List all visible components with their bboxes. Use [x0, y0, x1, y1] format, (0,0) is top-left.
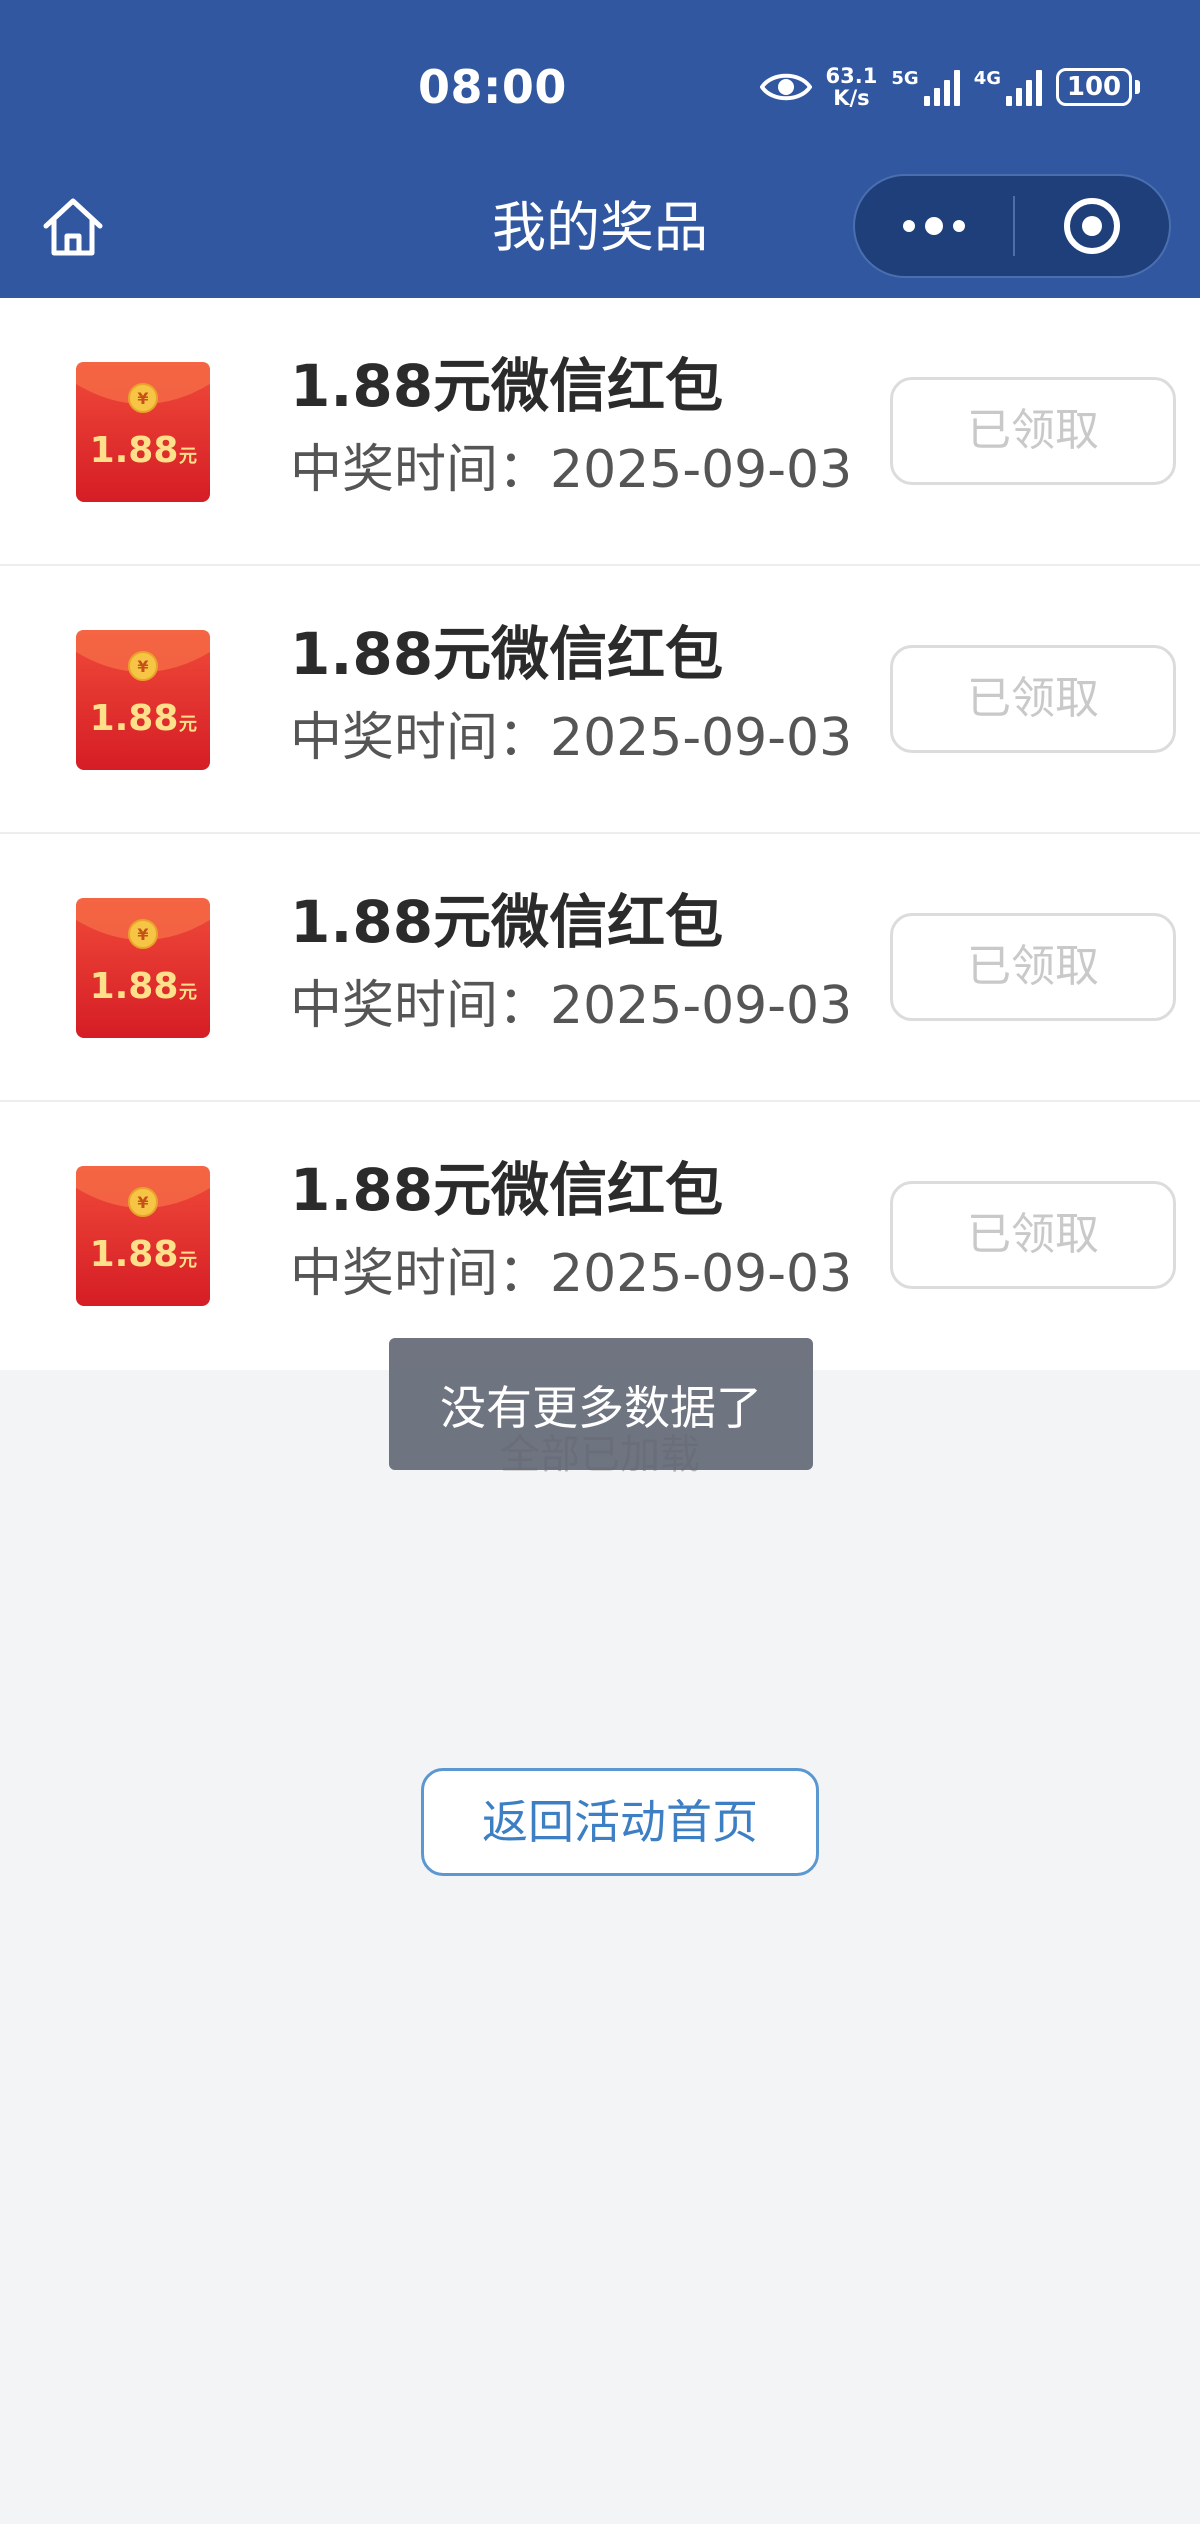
prize-item: ¥ 1.88 元 1.88元微信红包 中奖时间：2025-09-03 已领取 — [0, 1102, 1200, 1370]
prize-name: 1.88元微信红包 — [290, 352, 724, 420]
more-button[interactable] — [855, 176, 1013, 276]
prize-time: 中奖时间：2025-09-03 — [290, 976, 853, 1036]
status-icons: 63.1 K/s 5G 4G 100 — [759, 62, 1140, 112]
prize-time: 中奖时间：2025-09-03 — [290, 1244, 853, 1304]
signal-5g-label: 5G — [891, 68, 919, 89]
battery-icon: 100 — [1056, 68, 1140, 106]
signal-bars-icon — [1006, 68, 1042, 106]
prize-name: 1.88元微信红包 — [290, 1156, 724, 1224]
envelope-amount: 1.88 — [90, 430, 179, 471]
red-envelope-icon: ¥ 1.88 元 — [76, 898, 210, 1038]
envelope-unit: 元 — [179, 446, 197, 467]
prize-item: ¥ 1.88 元 1.88元微信红包 中奖时间：2025-09-03 已领取 — [0, 834, 1200, 1102]
battery-level: 100 — [1056, 68, 1132, 106]
network-speed: 63.1 K/s — [826, 65, 878, 109]
more-dot-icon — [953, 220, 965, 232]
envelope-amount: 1.88 — [90, 1234, 179, 1275]
prize-name: 1.88元微信红包 — [290, 888, 724, 956]
svg-text:¥: ¥ — [137, 925, 148, 944]
signal-5g: 5G — [891, 68, 960, 106]
prize-list: ¥ 1.88 元 1.88元微信红包 中奖时间：2025-09-03 已领取 ¥… — [0, 298, 1200, 1370]
eye-icon — [759, 70, 812, 104]
prize-time: 中奖时间：2025-09-03 — [290, 440, 853, 500]
signal-bars-icon — [923, 68, 960, 106]
prize-name: 1.88元微信红包 — [290, 620, 724, 688]
claimed-button[interactable]: 已领取 — [890, 377, 1176, 485]
nav-bar: 我的奖品 — [0, 170, 1200, 298]
more-dot-icon — [903, 220, 915, 232]
claimed-button[interactable]: 已领取 — [890, 1181, 1176, 1289]
claimed-button[interactable]: 已领取 — [890, 645, 1176, 753]
signal-4g-label: 4G — [973, 68, 1001, 89]
more-dot-icon — [925, 217, 943, 235]
svg-text:¥: ¥ — [137, 657, 148, 676]
svg-text:¥: ¥ — [137, 1193, 148, 1212]
red-envelope-icon: ¥ 1.88 元 — [76, 630, 210, 770]
network-speed-value: 63.1 — [825, 64, 878, 88]
network-speed-unit: K/s — [833, 86, 870, 110]
mini-program-capsule — [853, 174, 1171, 278]
status-time: 08:00 — [418, 60, 567, 114]
red-envelope-icon: ¥ 1.88 元 — [76, 1166, 210, 1306]
status-bar: 08:00 63.1 K/s 5G 4G 100 — [0, 0, 1200, 170]
envelope-unit: 元 — [179, 982, 197, 1003]
envelope-amount: 1.88 — [90, 966, 179, 1007]
envelope-unit: 元 — [179, 1250, 197, 1271]
toast-message: 没有更多数据了 — [389, 1338, 813, 1470]
prize-time: 中奖时间：2025-09-03 — [290, 708, 853, 768]
header: 08:00 63.1 K/s 5G 4G 100 我的奖品 — [0, 0, 1200, 298]
claimed-button[interactable]: 已领取 — [890, 913, 1176, 1021]
close-button[interactable] — [1015, 195, 1169, 257]
signal-4g: 4G — [974, 68, 1042, 106]
svg-text:¥: ¥ — [137, 389, 148, 408]
envelope-amount: 1.88 — [90, 698, 179, 739]
page: 08:00 63.1 K/s 5G 4G 100 我的奖品 ¥ 1.88 元 1… — [0, 0, 1200, 2524]
back-to-home-button[interactable]: 返回活动首页 — [421, 1768, 819, 1876]
envelope-unit: 元 — [179, 714, 197, 735]
red-envelope-icon: ¥ 1.88 元 — [76, 362, 210, 502]
prize-item: ¥ 1.88 元 1.88元微信红包 中奖时间：2025-09-03 已领取 — [0, 298, 1200, 566]
prize-item: ¥ 1.88 元 1.88元微信红包 中奖时间：2025-09-03 已领取 — [0, 566, 1200, 834]
target-close-icon — [1064, 198, 1120, 254]
